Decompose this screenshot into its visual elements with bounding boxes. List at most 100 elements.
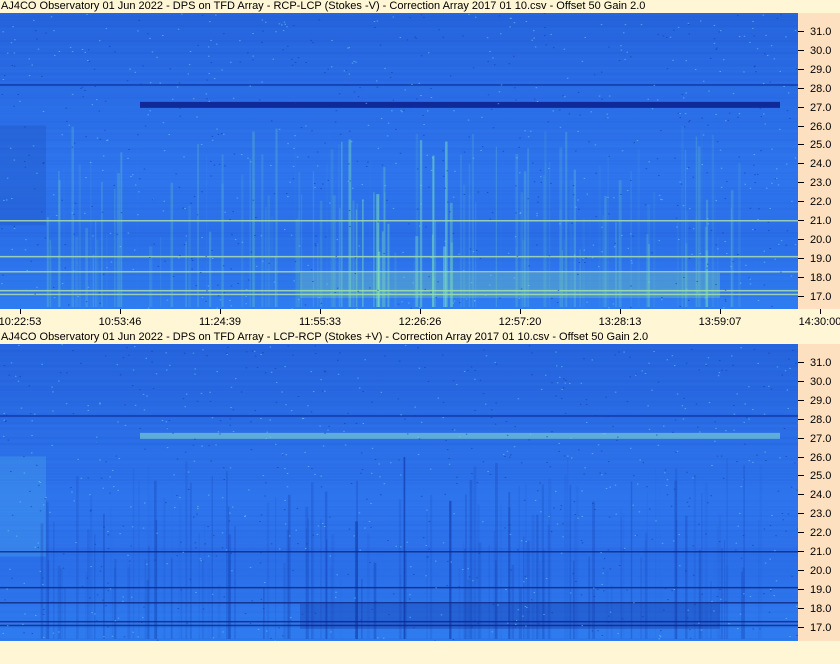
noise-speck <box>442 542 445 544</box>
noise-speck <box>172 98 174 100</box>
noise-speck <box>744 172 746 174</box>
noise-speck <box>773 595 776 597</box>
noise-speck <box>438 29 440 31</box>
noise-speck <box>602 433 605 435</box>
noise-speck <box>610 107 613 109</box>
noise-speck <box>13 65 16 67</box>
noise-speck <box>111 635 114 637</box>
noise-speck <box>14 39 16 41</box>
frequency-axis-bottom: 31.0 30.0 29.0 28.0 27.0 26.0 25.0 24.0 23.0 22.0… <box>798 344 840 641</box>
noise-speck <box>94 85 96 87</box>
noise-speck <box>674 157 676 159</box>
noise-speck <box>168 134 170 136</box>
burst-streak <box>149 246 152 307</box>
noise-speck <box>740 557 743 559</box>
noise-speck <box>716 596 719 598</box>
noise-speck <box>635 373 637 375</box>
burst-streak <box>163 498 166 639</box>
noise-speck <box>126 80 129 82</box>
noise-speck <box>336 287 339 289</box>
noise-speck <box>585 257 587 259</box>
noise-speck <box>415 106 417 108</box>
noise-speck <box>294 261 297 263</box>
noise-speck <box>784 370 787 372</box>
noise-speck <box>686 617 689 619</box>
burst-streak <box>137 147 139 307</box>
noise-speck <box>602 567 605 569</box>
noise-speck <box>54 54 56 56</box>
noise-speck <box>24 613 26 615</box>
noise-speck <box>517 549 519 551</box>
noise-speck <box>546 436 548 438</box>
noise-speck <box>575 206 577 208</box>
noise-speck <box>646 486 648 488</box>
noise-speck <box>764 451 766 453</box>
noise-band <box>0 461 798 463</box>
noise-speck <box>329 555 331 557</box>
noise-speck <box>223 133 225 135</box>
noise-speck <box>169 68 172 70</box>
noise-speck <box>87 409 90 411</box>
noise-speck <box>581 515 584 517</box>
burst-streak <box>221 183 225 307</box>
noise-speck <box>404 418 406 420</box>
noise-speck <box>221 547 224 549</box>
noise-speck <box>428 276 430 278</box>
noise-speck <box>422 537 425 539</box>
noise-speck <box>380 391 383 393</box>
noise-speck <box>126 347 128 349</box>
noise-band <box>0 136 798 138</box>
noise-speck <box>11 64 14 66</box>
noise-speck <box>184 451 187 453</box>
noise-speck <box>255 217 257 219</box>
noise-speck <box>408 302 410 304</box>
noise-speck <box>89 494 91 496</box>
noise-speck <box>211 417 214 419</box>
noise-speck <box>492 127 495 129</box>
noise-band <box>0 485 798 487</box>
burst-streak <box>170 182 174 307</box>
noise-speck <box>758 208 760 210</box>
left-region <box>0 125 46 226</box>
tick-mark <box>798 163 804 165</box>
noise-speck <box>475 249 478 251</box>
noise-speck <box>88 60 91 62</box>
noise-band <box>0 407 798 409</box>
noise-speck <box>344 444 347 446</box>
noise-speck <box>408 223 410 225</box>
burst-streak <box>189 482 192 639</box>
noise-speck <box>356 160 359 162</box>
noise-speck <box>789 117 791 119</box>
noise-speck <box>564 96 566 98</box>
noise-band <box>0 40 798 42</box>
noise-speck <box>286 26 288 28</box>
noise-speck <box>484 294 487 296</box>
noise-speck <box>688 121 690 123</box>
noise-speck <box>699 431 701 433</box>
noise-speck <box>305 125 307 127</box>
noise-band <box>0 425 798 427</box>
noise-speck <box>559 508 562 510</box>
noise-speck <box>365 165 368 167</box>
burst-streak <box>211 476 213 639</box>
noise-speck <box>81 48 84 50</box>
noise-speck <box>374 26 376 28</box>
noise-speck <box>43 608 45 610</box>
noise-speck <box>618 60 621 62</box>
noise-speck <box>89 161 92 163</box>
noise-speck <box>632 504 634 506</box>
noise-speck <box>72 350 74 352</box>
noise-speck <box>109 492 111 494</box>
noise-speck <box>320 486 323 488</box>
noise-speck <box>350 141 353 143</box>
noise-speck <box>7 620 9 622</box>
noise-speck <box>177 608 180 610</box>
noise-speck <box>248 489 250 491</box>
burst-streak <box>50 243 53 307</box>
noise-speck <box>683 97 685 99</box>
burst-streak <box>114 567 116 639</box>
noise-speck <box>763 284 766 286</box>
noise-band <box>0 428 798 430</box>
noise-speck <box>509 26 511 28</box>
noise-speck <box>253 350 256 352</box>
